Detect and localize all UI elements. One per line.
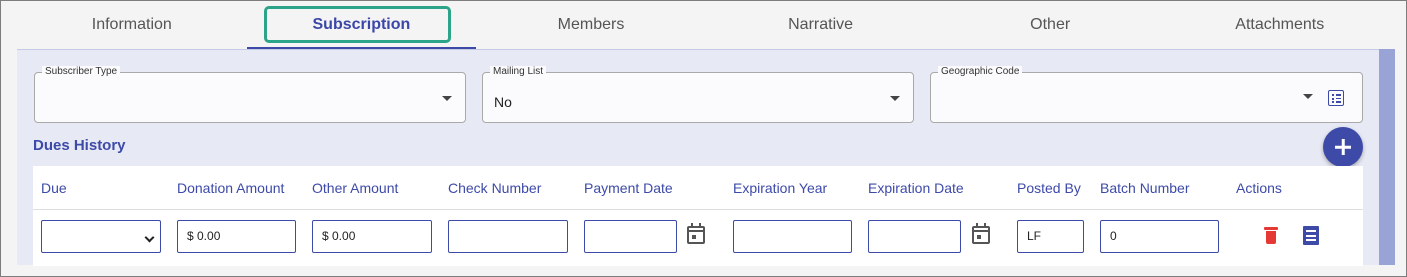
- expiration-date-input[interactable]: [868, 220, 961, 253]
- check-number-input[interactable]: [448, 220, 568, 253]
- column-header-actions: Actions: [1236, 180, 1282, 196]
- tab-other[interactable]: Other: [935, 1, 1165, 49]
- list-icon[interactable]: [1328, 90, 1344, 106]
- column-header-other-amount: Other Amount: [312, 180, 399, 196]
- expiration-year-input[interactable]: [733, 220, 852, 253]
- calendar-icon[interactable]: [687, 223, 705, 244]
- dues-history-title: Dues History: [33, 137, 126, 154]
- tab-attachments[interactable]: Attachments: [1165, 1, 1395, 49]
- tab-subscription[interactable]: Subscription: [246, 1, 477, 49]
- column-header-payment-date: Payment Date: [584, 180, 673, 196]
- due-select[interactable]: [41, 220, 161, 253]
- caret-down-icon[interactable]: [1303, 94, 1313, 99]
- mailing-list-select[interactable]: Mailing List No: [482, 66, 914, 123]
- donation-amount-input[interactable]: $ 0.00: [177, 220, 296, 253]
- table-header: Due Donation Amount Other Amount Check N…: [33, 166, 1363, 210]
- other-amount-input[interactable]: $ 0.00: [312, 220, 432, 253]
- column-header-donation-amount: Donation Amount: [177, 180, 285, 196]
- subscriber-type-select[interactable]: Subscriber Type: [34, 66, 466, 123]
- batch-number-input[interactable]: 0: [1100, 220, 1219, 253]
- tab-narrative[interactable]: Narrative: [706, 1, 936, 49]
- column-header-posted-by: Posted By: [1017, 180, 1081, 196]
- window-frame: Information Subscription Members Narrati…: [0, 0, 1407, 277]
- mailing-list-label: Mailing List: [490, 66, 547, 78]
- subscriber-type-label: Subscriber Type: [42, 66, 121, 78]
- tab-bar: Information Subscription Members Narrati…: [17, 1, 1395, 49]
- posted-by-input[interactable]: LF: [1017, 220, 1084, 253]
- geographic-code-select[interactable]: Geographic Code: [930, 66, 1363, 123]
- tab-information[interactable]: Information: [17, 1, 247, 49]
- subscription-panel: Subscriber Type Mailing List No Geograph…: [17, 49, 1395, 266]
- mailing-list-value: No: [494, 94, 512, 110]
- column-header-expiration-year: Expiration Year: [733, 180, 828, 196]
- column-header-expiration-date: Expiration Date: [868, 180, 964, 196]
- chevron-down-icon: [144, 232, 155, 243]
- vertical-scrollbar[interactable]: [1379, 49, 1395, 265]
- dues-history-table: Due Donation Amount Other Amount Check N…: [33, 166, 1363, 266]
- payment-date-input[interactable]: [584, 220, 677, 253]
- trash-icon[interactable]: [1264, 227, 1278, 244]
- geographic-code-label: Geographic Code: [938, 66, 1023, 78]
- caret-down-icon: [442, 96, 452, 101]
- tab-members[interactable]: Members: [476, 1, 706, 49]
- caret-down-icon: [890, 96, 900, 101]
- receipt-icon[interactable]: [1303, 226, 1319, 245]
- column-header-due: Due: [41, 180, 67, 196]
- column-header-check-number: Check Number: [448, 180, 542, 196]
- column-header-batch-number: Batch Number: [1100, 180, 1190, 196]
- calendar-icon[interactable]: [972, 223, 990, 244]
- add-dues-button[interactable]: [1323, 127, 1363, 167]
